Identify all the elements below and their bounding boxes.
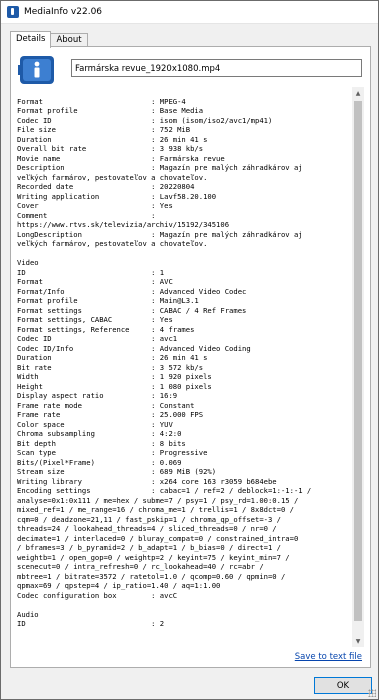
report-line bbox=[17, 600, 350, 610]
report-line: scenecut=0 / intra_refresh=0 / rc_lookah… bbox=[17, 562, 264, 571]
report-line: mbtree=1 / bitrate=3572 / ratetol=1.0 / … bbox=[17, 571, 286, 581]
report-line: Codec configuration box : avcC bbox=[17, 590, 178, 600]
report-line: Duration : 26 min 41 s bbox=[17, 353, 208, 362]
report-line: Writing library : x264 core 163 r3059 b6… bbox=[17, 476, 277, 486]
details-panel: Farmárska revue_1920x1080.mp4 Format : M… bbox=[10, 46, 371, 668]
report-line: qpmax=69 / qpstep=4 / ip_ratio=1.40 / aq… bbox=[17, 581, 221, 590]
report-line: Writing application : Lavf58.20.100 bbox=[17, 191, 217, 201]
media-report-text[interactable]: Format : MPEG-4 Format profile : Base Med… bbox=[17, 87, 350, 645]
report-line: Encoding settings : cabac=1 / ref=2 / de… bbox=[17, 486, 312, 495]
scroll-down-arrow-icon[interactable]: ▼ bbox=[352, 635, 364, 647]
report-line: Format settings, Reference : 4 frames bbox=[17, 324, 195, 334]
report-line: Scan type : Progressive bbox=[17, 448, 208, 457]
report-line: / bframes=3 / b_pyramid=2 / b_adapt=1 / … bbox=[17, 543, 281, 552]
report-line: Format settings, CABAC : Yes bbox=[17, 315, 173, 324]
report-line: Codec ID/Info : Advanced Video Coding bbox=[17, 343, 251, 353]
report-line: Frame rate : 25.000 FPS bbox=[17, 410, 204, 419]
report-line: cqm=0 / deadzone=21,11 / fast_pskip=1 / … bbox=[17, 514, 281, 524]
tab-about[interactable]: About bbox=[50, 33, 88, 47]
report-line: Cover : Yes bbox=[17, 201, 173, 210]
report-line bbox=[17, 87, 350, 97]
report-line: Width : 1 920 pixels bbox=[17, 372, 212, 381]
report-line: veľkých farmárov, pestovateľov a chovate… bbox=[17, 239, 208, 248]
report-line: Movie name : Farmárska revue bbox=[17, 153, 225, 163]
report-line: Duration : 26 min 41 s bbox=[17, 134, 208, 144]
report-line: Format : AVC bbox=[17, 277, 173, 286]
report-line: Chroma subsampling : 4:2:0 bbox=[17, 429, 182, 438]
report-line: Display aspect ratio : 16:9 bbox=[17, 391, 178, 400]
report-line: veľkých farmárov, pestovateľov a chovate… bbox=[17, 172, 208, 182]
title-bar[interactable]: MediaInfo v22.06 bbox=[1, 1, 378, 24]
report-line: Stream size : 689 MiB (92%) bbox=[17, 467, 217, 476]
scrollbar-thumb[interactable] bbox=[354, 101, 362, 621]
report-line: Bit rate : 3 572 kb/s bbox=[17, 362, 204, 372]
tab-details[interactable]: Details bbox=[10, 31, 52, 48]
report-line: Format profile : Base Media bbox=[17, 106, 204, 115]
report-line: ID : 1 bbox=[17, 267, 165, 277]
report-line: analyse=0x1:0x111 / me=hex / subme=7 / p… bbox=[17, 495, 299, 505]
report-line: Comment : bbox=[17, 210, 156, 220]
report-line: Color space : YUV bbox=[17, 419, 173, 429]
mediainfo-logo-icon bbox=[18, 56, 54, 84]
report-line: LongDescription : Magazín pre malých záh… bbox=[17, 229, 303, 239]
report-line: https://www.rtvs.sk/televizia/archiv/151… bbox=[17, 220, 230, 229]
tab-strip: Details About bbox=[10, 31, 88, 48]
report-line: Format/Info : Advanced Video Codec bbox=[17, 286, 247, 296]
report-line: Recorded date : 20220804 bbox=[17, 182, 195, 191]
report-line: threads=24 / lookahead_threads=4 / slice… bbox=[17, 524, 277, 533]
save-to-text-file-link[interactable]: Save to text file bbox=[295, 652, 362, 662]
resize-grip-icon[interactable] bbox=[368, 689, 376, 697]
report-line: Height : 1 080 pixels bbox=[17, 381, 212, 391]
report-line: mixed_ref=1 / me_range=16 / chroma_me=1 … bbox=[17, 505, 294, 514]
file-name-field[interactable]: Farmárska revue_1920x1080.mp4 bbox=[71, 59, 362, 77]
report-line: Codec ID : avc1 bbox=[17, 334, 178, 343]
ok-button[interactable]: OK bbox=[314, 677, 372, 694]
dialog-button-bar: OK bbox=[1, 673, 378, 699]
mediainfo-app-icon bbox=[7, 6, 19, 18]
report-line: Format : MPEG-4 bbox=[17, 96, 186, 106]
report-line bbox=[17, 249, 350, 259]
report-line: File size : 752 MiB bbox=[17, 125, 191, 134]
report-line: Description : Magazín pre malých záhradk… bbox=[17, 163, 303, 172]
report-line: Overall bit rate : 3 938 kb/s bbox=[17, 144, 204, 153]
report-line: Bit depth : 8 bits bbox=[17, 438, 186, 448]
report-line: Bits/(Pixel*Frame) : 0.069 bbox=[17, 457, 182, 467]
report-line: Format settings : CABAC / 4 Ref Frames bbox=[17, 305, 247, 315]
report-line: Audio bbox=[17, 609, 39, 619]
report-line: Frame rate mode : Constant bbox=[17, 400, 195, 410]
report-line: weightb=1 / open_gop=0 / weightp=2 / key… bbox=[17, 552, 290, 562]
report-line: decimate=1 / interlaced=0 / bluray_compa… bbox=[17, 533, 299, 543]
report-line: Video bbox=[17, 258, 39, 267]
report-line: Codec ID : isom (isom/iso2/avc1/mp41) bbox=[17, 115, 273, 125]
report-line: ID : 2 bbox=[17, 619, 165, 628]
report-scrollbar[interactable]: ▲ ▼ bbox=[352, 87, 364, 647]
scroll-up-arrow-icon[interactable]: ▲ bbox=[352, 87, 364, 99]
window-title: MediaInfo v22.06 bbox=[24, 7, 103, 17]
mediainfo-window: MediaInfo v22.06 Details About Farmárska… bbox=[0, 0, 379, 700]
report-line: Format profile : Main@L3.1 bbox=[17, 296, 199, 305]
